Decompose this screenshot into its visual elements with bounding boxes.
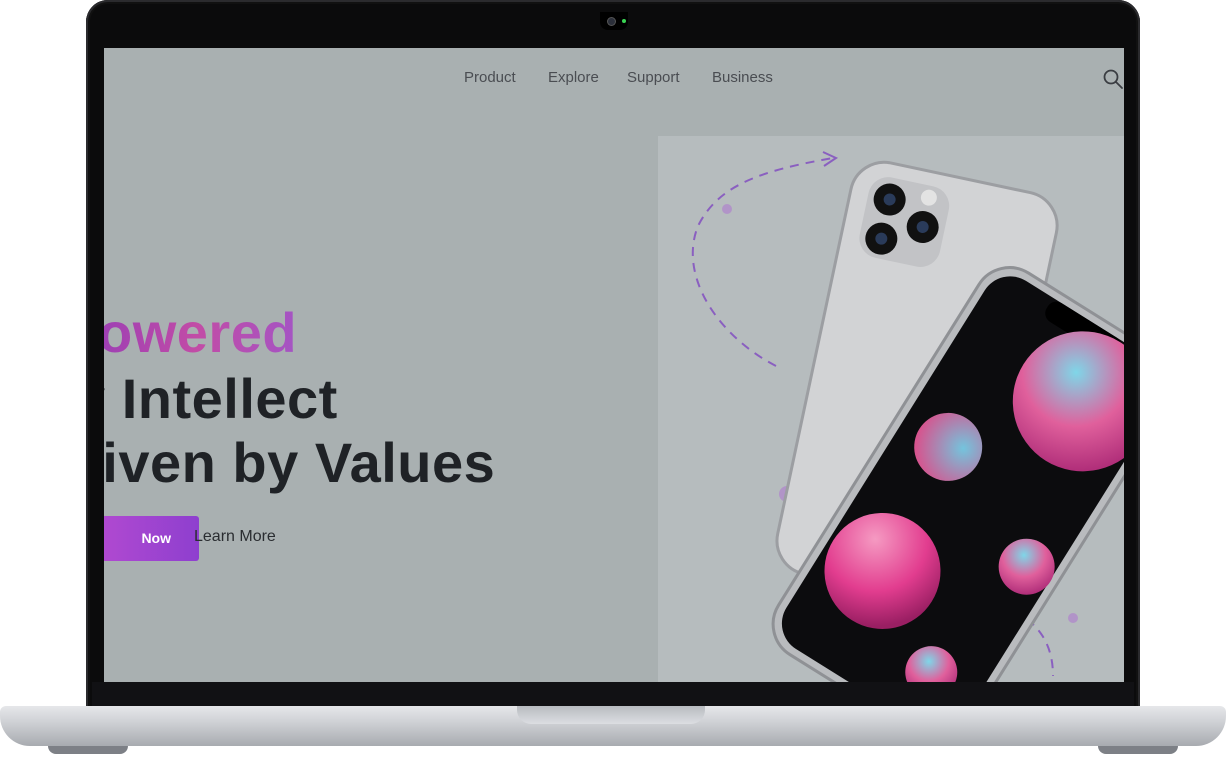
website-screen: Product Explore Support Business owered …: [104, 48, 1124, 682]
top-nav: Product Explore Support Business: [104, 66, 1124, 94]
nav-item-product[interactable]: Product: [464, 69, 516, 86]
laptop-foot-right: [1098, 746, 1178, 754]
hero-title-line-1: owered: [104, 300, 297, 365]
camera-led: [622, 19, 626, 23]
nav-item-business[interactable]: Business: [712, 69, 773, 86]
primary-cta-button[interactable]: Now: [104, 516, 199, 561]
hero-image: [658, 136, 1124, 682]
smartphone-illustration: [691, 151, 1124, 682]
hero-title-line-3: riven by Values: [104, 431, 496, 494]
laptop-opening-notch: [517, 706, 705, 724]
learn-more-link[interactable]: Learn More: [194, 528, 276, 546]
camera-icon: [608, 18, 615, 25]
nav-item-support[interactable]: Support: [627, 69, 680, 86]
laptop-foot-left: [48, 746, 128, 754]
nav-item-explore[interactable]: Explore: [548, 69, 599, 86]
search-icon[interactable]: [1102, 68, 1124, 90]
hero-title-line-2: y Intellect: [104, 367, 338, 430]
